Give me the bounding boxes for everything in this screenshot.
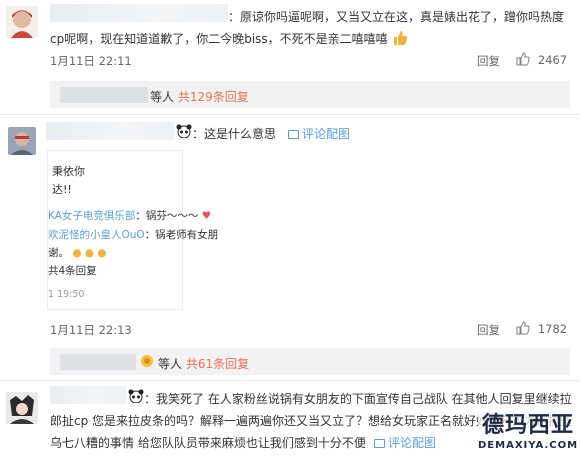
comment-text: cp呢啊，现在知道道歉了，你二今晚biss，不死不是亲二嘻嘻嘻 — [50, 29, 570, 49]
thumbs-up-icon — [392, 30, 408, 46]
avatar[interactable] — [6, 392, 38, 424]
like-count: 2467 — [537, 53, 568, 67]
emoji-faces-icon: ● ● ● — [72, 247, 107, 259]
comment-text: ：这是什么意思 — [192, 127, 277, 141]
reply-button[interactable]: 回复 — [477, 53, 500, 69]
heart-icon: ♥ — [201, 210, 212, 222]
username-blurred[interactable] — [50, 386, 126, 404]
username-blurred[interactable] — [50, 4, 228, 22]
comment-time: 1月11日 22:13 — [50, 323, 132, 337]
image-icon — [288, 130, 299, 139]
like-count: 1782 — [537, 322, 568, 336]
flower-emoji-icon — [140, 354, 154, 371]
sub-reply-users-blurred — [60, 354, 136, 370]
image-comment-link[interactable]: 评论配图 — [288, 125, 350, 142]
sub-reply-count-link[interactable]: 共129条回复 — [178, 90, 249, 104]
image-icon — [374, 439, 385, 448]
comment-image[interactable]: 秉依你 达!! KA女子电竞俱乐部：锅芬～～～ ♥ 欢泥怪的小皇人OuO：锅老师… — [47, 150, 218, 310]
comment-text: ：原谅你吗逼呢啊，又当又立在这，真是婊出花了，蹭你吗热度 — [228, 10, 565, 24]
comment-text: 乌七八糟的事情 给您队队员带来麻烦也让我们感到十分不便 — [50, 436, 366, 450]
comment-text: ：我笑死了 在人家粉丝说锅有女朋友的下面宣传自己战队 在其他人回复里继续拉 — [144, 392, 572, 406]
like-button[interactable]: 1782 — [516, 321, 567, 336]
like-icon — [516, 52, 530, 66]
comment-time: 1月11日 22:11 — [50, 54, 132, 68]
avatar-image — [6, 392, 38, 424]
like-button[interactable]: 2467 — [516, 52, 567, 67]
panda-emoji-icon — [128, 389, 144, 406]
panda-emoji-icon — [176, 124, 192, 141]
sub-reply-users-blurred — [60, 87, 148, 103]
image-comment-link[interactable]: 评论配图 — [374, 434, 436, 451]
avatar-image — [6, 6, 38, 38]
avatar[interactable] — [8, 127, 36, 155]
avatar-image — [8, 127, 36, 155]
sub-reply-count-link[interactable]: 共61条回复 — [186, 357, 249, 371]
divider — [0, 114, 580, 115]
reply-button[interactable]: 回复 — [477, 322, 500, 338]
divider — [0, 380, 580, 381]
watermark-logo: 德玛西亚 DEMAXIYA.COM — [478, 412, 578, 462]
avatar[interactable] — [6, 6, 38, 38]
username-blurred[interactable] — [46, 122, 174, 140]
sub-reply-summary[interactable]: 等人 共61条回复 — [158, 355, 249, 372]
sub-reply-summary[interactable]: 等人 共129条回复 — [150, 88, 249, 105]
like-icon — [516, 321, 530, 335]
